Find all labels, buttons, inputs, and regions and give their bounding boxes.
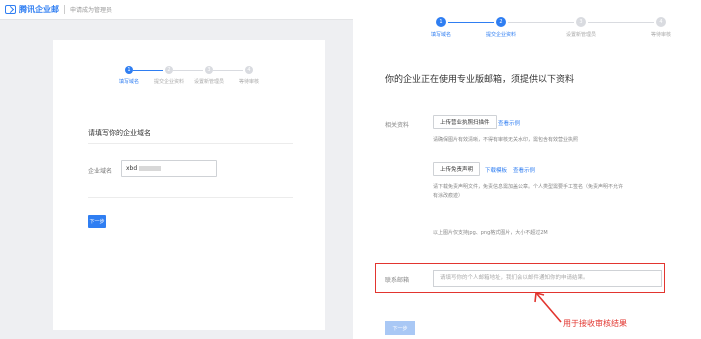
- step-dot: 2: [496, 17, 506, 27]
- right-screenshot: 1 填写域名 2 提交企业资料 3 设置新管理员 4 等待审核 你的企业正在使用…: [353, 0, 701, 339]
- license-hint: 请确保图片有效清晰，不得有审核无关水印，需包含有效营业执照: [433, 137, 579, 143]
- step-1: 1 填写域名: [421, 17, 461, 38]
- blurred-text: [139, 166, 162, 171]
- step-dot: 3: [205, 66, 213, 74]
- brand-subtitle: 申请成为管理员: [64, 5, 112, 14]
- statement-hint-2: 有涂改痕迹）: [433, 193, 464, 199]
- email-input[interactable]: 请填写你的个人邮箱地址，我们会以邮件通知你的申请结果。: [433, 270, 662, 287]
- annotation-text: 用于接收审核结果: [563, 319, 627, 328]
- step-label: 提交企业资料: [153, 79, 184, 85]
- step-4: 4 等待审核: [229, 66, 269, 85]
- domain-input[interactable]: xbd: [121, 160, 217, 177]
- domain-card: 1 填写域名 2 提交企业资料 3 设置新管理员 4 等待审核 请填写你的企业域…: [53, 40, 325, 330]
- step-label: 填写域名: [430, 32, 451, 38]
- page-title: 你的企业正在使用专业版邮箱，须提供以下资料: [385, 75, 575, 85]
- step-dot: 4: [656, 17, 666, 27]
- step-4: 4 等待审核: [641, 17, 681, 38]
- logo-icon: [5, 5, 16, 14]
- step-2: 2 提交企业资料: [481, 17, 521, 38]
- format-hint: 以上图片仅支持jpg、png格式图片，大小不超过2M: [433, 230, 548, 236]
- step-3: 3 设置新管理员: [561, 17, 601, 38]
- step-dot: 2: [165, 66, 173, 74]
- next-button[interactable]: 下一步: [385, 321, 415, 335]
- statement-hint: 请下载免责声明文件，免责信息需加盖公章。个人类型需要手工签名（免责声明不允许: [433, 184, 624, 190]
- step-label: 设置新管理员: [193, 79, 224, 85]
- docs-label: 相关资料: [385, 122, 410, 129]
- step-dot: 3: [576, 17, 586, 27]
- domain-label: 企业域名: [88, 168, 113, 175]
- step-label: 填写域名: [118, 79, 139, 85]
- email-label: 联系邮箱: [385, 277, 410, 284]
- download-template-link[interactable]: 下载模板: [485, 166, 507, 174]
- divider: [88, 197, 293, 198]
- domain-value: xbd: [126, 165, 138, 172]
- page-title: 请填写你的企业域名: [88, 129, 151, 137]
- left-screenshot: 腾讯企业邮 申请成为管理员 1 填写域名 2 提交企业资料 3 设置新管理员 4…: [0, 0, 353, 339]
- step-2: 2 提交企业资料: [149, 66, 189, 85]
- step-3: 3 设置新管理员: [189, 66, 229, 85]
- step-1: 1 填写域名: [109, 66, 149, 85]
- upload-statement-button[interactable]: 上传免责声明: [433, 162, 481, 176]
- brand-name: 腾讯企业邮: [19, 5, 59, 14]
- step-label: 提交企业资料: [485, 32, 516, 38]
- upload-license-button[interactable]: 上传营业执照扫描件: [433, 115, 497, 129]
- top-bar: 腾讯企业邮 申请成为管理员: [0, 0, 353, 20]
- step-label: 等待审核: [238, 79, 259, 85]
- view-example-link[interactable]: 查看示例: [513, 166, 535, 174]
- step-label: 等待审核: [650, 32, 671, 38]
- step-dot: 1: [436, 17, 446, 27]
- view-example-link[interactable]: 查看示例: [498, 119, 520, 127]
- next-button[interactable]: 下一步: [88, 215, 106, 228]
- divider: [88, 143, 293, 144]
- step-label: 设置新管理员: [565, 32, 596, 38]
- step-dot: 1: [125, 66, 133, 74]
- step-dot: 4: [245, 66, 253, 74]
